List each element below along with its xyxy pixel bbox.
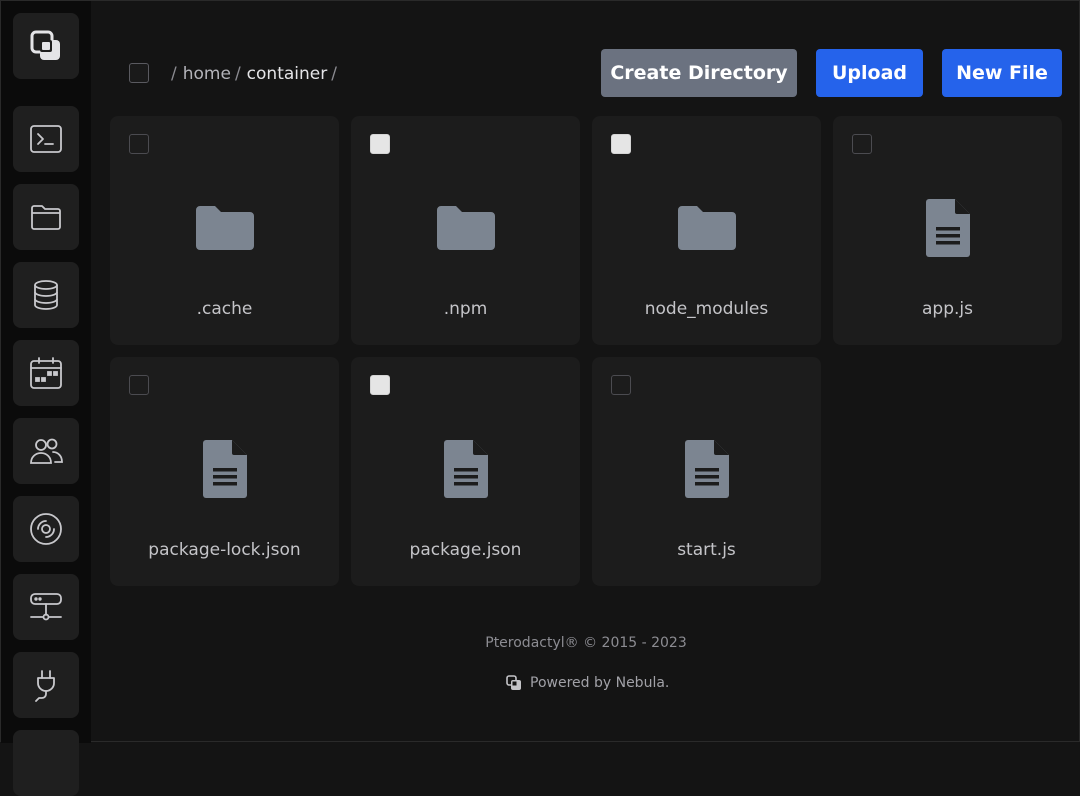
- file-card-package-lock-json[interactable]: package-lock.json: [110, 357, 339, 586]
- sidebar-item-files[interactable]: [13, 184, 79, 250]
- folder-icon: [436, 198, 496, 258]
- file-name: package-lock.json: [148, 540, 301, 560]
- breadcrumb-container[interactable]: container: [247, 64, 328, 84]
- sidebar-item-users[interactable]: [13, 418, 79, 484]
- breadcrumb: / home / container /: [167, 62, 343, 86]
- file-name: .cache: [196, 299, 253, 319]
- footer-powered-by[interactable]: Powered by Nebula.: [506, 674, 669, 692]
- new-file-button[interactable]: New File: [942, 49, 1062, 97]
- powered-by-text: Powered by Nebula.: [530, 675, 670, 691]
- file-select-checkbox[interactable]: [129, 375, 149, 395]
- sidebar-item-console[interactable]: [13, 106, 79, 172]
- users-icon: [30, 438, 63, 464]
- file-card-app-js[interactable]: app.js: [833, 116, 1062, 345]
- sidebar-item-schedules[interactable]: [13, 340, 79, 406]
- file-document-icon: [677, 439, 737, 499]
- file-name: app.js: [922, 299, 973, 319]
- folder-icon: [677, 198, 737, 258]
- file-select-checkbox[interactable]: [611, 134, 631, 154]
- file-select-checkbox[interactable]: [852, 134, 872, 154]
- nebula-logo-button[interactable]: [13, 13, 79, 79]
- breadcrumb-separator: /: [171, 64, 177, 84]
- sidebar-item-startup[interactable]: [13, 652, 79, 718]
- nebula-logo-icon: [506, 675, 521, 690]
- footer-copyright: Pterodactyl® © 2015 - 2023: [485, 635, 687, 651]
- file-card-package-json[interactable]: package.json: [351, 357, 580, 586]
- plug-icon: [35, 670, 55, 702]
- sidebar-item-databases[interactable]: [13, 262, 79, 328]
- upload-button[interactable]: Upload: [816, 49, 923, 97]
- file-document-icon: [436, 439, 496, 499]
- create-directory-button[interactable]: Create Directory: [601, 49, 797, 97]
- database-icon: [34, 280, 58, 310]
- network-icon: [30, 593, 62, 621]
- calendar-icon: [30, 357, 62, 389]
- file-select-checkbox[interactable]: [611, 375, 631, 395]
- sidebar-item-network[interactable]: [13, 574, 79, 640]
- sidebar-item-more[interactable]: [13, 730, 79, 796]
- file-select-checkbox[interactable]: [370, 375, 390, 395]
- file-name: start.js: [677, 540, 736, 560]
- select-all-checkbox[interactable]: [129, 63, 149, 83]
- folder-icon: [31, 205, 61, 230]
- nebula-logo-icon: [30, 30, 60, 60]
- file-manager-window: / home / container / Create Directory Up…: [0, 0, 1080, 796]
- file-card-start-js[interactable]: start.js: [592, 357, 821, 586]
- file-name: package.json: [409, 540, 522, 560]
- file-document-icon: [918, 198, 978, 258]
- file-name: node_modules: [644, 299, 769, 319]
- sidebar: [1, 1, 91, 796]
- file-card-cache[interactable]: .cache: [110, 116, 339, 345]
- backup-disc-icon: [30, 513, 62, 545]
- file-document-icon: [195, 439, 255, 499]
- file-name: .npm: [443, 299, 488, 319]
- file-card-npm[interactable]: .npm: [351, 116, 580, 345]
- file-select-checkbox[interactable]: [370, 134, 390, 154]
- breadcrumb-separator: /: [234, 64, 241, 84]
- file-select-checkbox[interactable]: [129, 134, 149, 154]
- sidebar-item-backups[interactable]: [13, 496, 79, 562]
- breadcrumb-home[interactable]: home: [183, 64, 231, 84]
- folder-icon: [195, 198, 255, 258]
- terminal-icon: [30, 125, 62, 153]
- file-card-node-modules[interactable]: node_modules: [592, 116, 821, 345]
- breadcrumb-separator: /: [331, 64, 337, 84]
